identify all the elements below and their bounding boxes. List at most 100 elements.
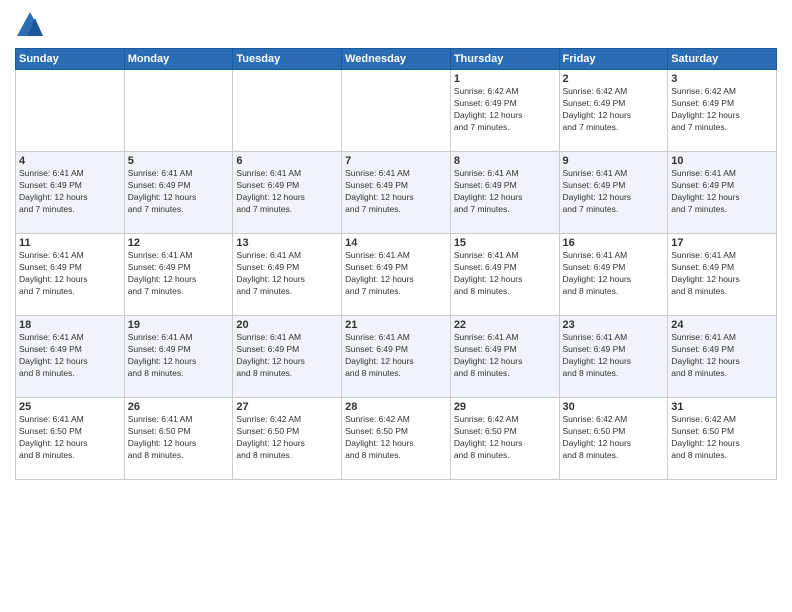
col-header-wednesday: Wednesday — [342, 49, 451, 70]
day-info: Sunrise: 6:41 AM Sunset: 6:49 PM Dayligh… — [19, 250, 121, 298]
day-number: 26 — [128, 401, 230, 413]
day-info: Sunrise: 6:41 AM Sunset: 6:49 PM Dayligh… — [671, 168, 773, 216]
day-number: 11 — [19, 237, 121, 249]
day-number: 25 — [19, 401, 121, 413]
day-info: Sunrise: 6:41 AM Sunset: 6:50 PM Dayligh… — [128, 414, 230, 462]
day-info: Sunrise: 6:41 AM Sunset: 6:49 PM Dayligh… — [345, 332, 447, 380]
day-number: 27 — [236, 401, 338, 413]
day-info: Sunrise: 6:41 AM Sunset: 6:49 PM Dayligh… — [345, 168, 447, 216]
calendar-page: SundayMondayTuesdayWednesdayThursdayFrid… — [0, 0, 792, 612]
calendar-cell: 15Sunrise: 6:41 AM Sunset: 6:49 PM Dayli… — [450, 234, 559, 316]
calendar-week-row: 18 Sunrise: 6:41 AM Sunset: 6:49 PM Dayli… — [16, 316, 777, 398]
calendar-cell: 11Sunrise: 6:41 AM Sunset: 6:49 PM Dayli… — [16, 234, 125, 316]
calendar-table: SundayMondayTuesdayWednesdayThursdayFrid… — [15, 48, 777, 480]
day-info: Sunrise: 6:41 AM Sunset: 6:49 PM Dayligh… — [128, 332, 230, 380]
day-info: Sunrise: 6:42 AM Sunset: 6:50 PM Dayligh… — [345, 414, 447, 462]
day-number: 23 — [563, 319, 665, 331]
calendar-week-row: 11Sunrise: 6:41 AM Sunset: 6:49 PM Dayli… — [16, 234, 777, 316]
calendar-cell: 24Sunrise: 6:41 AM Sunset: 6:49 PM Dayli… — [668, 316, 777, 398]
calendar-cell: 19Sunrise: 6:41 AM Sunset: 6:49 PM Dayli… — [124, 316, 233, 398]
calendar-cell: 5Sunrise: 6:41 AM Sunset: 6:49 PM Daylig… — [124, 152, 233, 234]
day-info: Sunrise: 6:41 AM Sunset: 6:49 PM Dayligh… — [345, 250, 447, 298]
col-header-tuesday: Tuesday — [233, 49, 342, 70]
day-number: 6 — [236, 155, 338, 167]
day-number: 1 — [454, 73, 556, 85]
day-number: 22 — [454, 319, 556, 331]
day-number: 31 — [671, 401, 773, 413]
calendar-header-row: SundayMondayTuesdayWednesdayThursdayFrid… — [16, 49, 777, 70]
calendar-cell: 31Sunrise: 6:42 AM Sunset: 6:50 PM Dayli… — [668, 398, 777, 480]
day-info: Sunrise: 6:42 AM Sunset: 6:50 PM Dayligh… — [563, 414, 665, 462]
day-number: 29 — [454, 401, 556, 413]
calendar-cell: 17Sunrise: 6:41 AM Sunset: 6:49 PM Dayli… — [668, 234, 777, 316]
calendar-cell: 13Sunrise: 6:41 AM Sunset: 6:49 PM Dayli… — [233, 234, 342, 316]
calendar-cell — [233, 70, 342, 152]
day-number: 13 — [236, 237, 338, 249]
calendar-week-row: 1Sunrise: 6:42 AM Sunset: 6:49 PM Daylig… — [16, 70, 777, 152]
calendar-cell: 14Sunrise: 6:41 AM Sunset: 6:49 PM Dayli… — [342, 234, 451, 316]
calendar-cell — [124, 70, 233, 152]
day-info: Sunrise: 6:42 AM Sunset: 6:49 PM Dayligh… — [671, 86, 773, 134]
day-info: Sunrise: 6:41 AM Sunset: 6:49 PM Dayligh… — [19, 168, 121, 216]
day-number: 15 — [454, 237, 556, 249]
day-number: 30 — [563, 401, 665, 413]
day-info: Sunrise: 6:41 AM Sunset: 6:49 PM Dayligh… — [671, 250, 773, 298]
day-info: Sunrise: 6:41 AM Sunset: 6:49 PM Dayligh… — [454, 250, 556, 298]
day-info: Sunrise: 6:41 AM Sunset: 6:49 PM Dayligh… — [454, 168, 556, 216]
day-number: 14 — [345, 237, 447, 249]
calendar-week-row: 25 Sunrise: 6:41 AM Sunset: 6:50 PM Dayli… — [16, 398, 777, 480]
calendar-cell: 29Sunrise: 6:42 AM Sunset: 6:50 PM Dayli… — [450, 398, 559, 480]
day-info: Sunrise: 6:42 AM Sunset: 6:49 PM Dayligh… — [563, 86, 665, 134]
day-info: Sunrise: 6:41 AM Sunset: 6:49 PM Dayligh… — [563, 332, 665, 380]
calendar-cell: 22Sunrise: 6:41 AM Sunset: 6:49 PM Dayli… — [450, 316, 559, 398]
calendar-cell: 21Sunrise: 6:41 AM Sunset: 6:49 PM Dayli… — [342, 316, 451, 398]
day-number: 28 — [345, 401, 447, 413]
day-number: 4 — [19, 155, 121, 167]
calendar-cell: 20Sunrise: 6:41 AM Sunset: 6:49 PM Dayli… — [233, 316, 342, 398]
day-info: Sunrise: 6:41 AM Sunset: 6:49 PM Dayligh… — [128, 168, 230, 216]
calendar-cell: 1Sunrise: 6:42 AM Sunset: 6:49 PM Daylig… — [450, 70, 559, 152]
col-header-sunday: Sunday — [16, 49, 125, 70]
calendar-cell: 16Sunrise: 6:41 AM Sunset: 6:49 PM Dayli… — [559, 234, 668, 316]
calendar-cell: 6Sunrise: 6:41 AM Sunset: 6:49 PM Daylig… — [233, 152, 342, 234]
calendar-cell: 28Sunrise: 6:42 AM Sunset: 6:50 PM Dayli… — [342, 398, 451, 480]
calendar-cell — [342, 70, 451, 152]
day-info: Sunrise: 6:41 AM Sunset: 6:49 PM Dayligh… — [454, 332, 556, 380]
header — [15, 10, 777, 40]
col-header-thursday: Thursday — [450, 49, 559, 70]
day-number: 7 — [345, 155, 447, 167]
day-number: 16 — [563, 237, 665, 249]
logo-icon — [15, 10, 45, 40]
calendar-cell: 27Sunrise: 6:42 AM Sunset: 6:50 PM Dayli… — [233, 398, 342, 480]
calendar-cell: 12Sunrise: 6:41 AM Sunset: 6:49 PM Dayli… — [124, 234, 233, 316]
calendar-cell: 4Sunrise: 6:41 AM Sunset: 6:49 PM Daylig… — [16, 152, 125, 234]
calendar-cell: 2Sunrise: 6:42 AM Sunset: 6:49 PM Daylig… — [559, 70, 668, 152]
calendar-cell: 26Sunrise: 6:41 AM Sunset: 6:50 PM Dayli… — [124, 398, 233, 480]
day-number: 9 — [563, 155, 665, 167]
day-number: 12 — [128, 237, 230, 249]
calendar-cell: 23Sunrise: 6:41 AM Sunset: 6:49 PM Dayli… — [559, 316, 668, 398]
day-info: Sunrise: 6:41 AM Sunset: 6:49 PM Dayligh… — [671, 332, 773, 380]
calendar-cell — [16, 70, 125, 152]
calendar-cell: 25Sunrise: 6:41 AM Sunset: 6:50 PM Dayli… — [16, 398, 125, 480]
day-number: 17 — [671, 237, 773, 249]
calendar-cell: 3Sunrise: 6:42 AM Sunset: 6:49 PM Daylig… — [668, 70, 777, 152]
day-info: Sunrise: 6:41 AM Sunset: 6:49 PM Dayligh… — [236, 250, 338, 298]
calendar-cell: 10Sunrise: 6:41 AM Sunset: 6:49 PM Dayli… — [668, 152, 777, 234]
day-number: 19 — [128, 319, 230, 331]
calendar-cell: 7Sunrise: 6:41 AM Sunset: 6:49 PM Daylig… — [342, 152, 451, 234]
day-number: 2 — [563, 73, 665, 85]
day-info: Sunrise: 6:41 AM Sunset: 6:49 PM Dayligh… — [236, 332, 338, 380]
logo — [15, 10, 49, 40]
day-number: 21 — [345, 319, 447, 331]
calendar-cell: 18Sunrise: 6:41 AM Sunset: 6:49 PM Dayli… — [16, 316, 125, 398]
day-info: Sunrise: 6:42 AM Sunset: 6:49 PM Dayligh… — [454, 86, 556, 134]
day-info: Sunrise: 6:41 AM Sunset: 6:49 PM Dayligh… — [563, 250, 665, 298]
day-info: Sunrise: 6:42 AM Sunset: 6:50 PM Dayligh… — [671, 414, 773, 462]
day-number: 20 — [236, 319, 338, 331]
day-number: 18 — [19, 319, 121, 331]
day-number: 10 — [671, 155, 773, 167]
col-header-saturday: Saturday — [668, 49, 777, 70]
col-header-friday: Friday — [559, 49, 668, 70]
calendar-cell: 30Sunrise: 6:42 AM Sunset: 6:50 PM Dayli… — [559, 398, 668, 480]
